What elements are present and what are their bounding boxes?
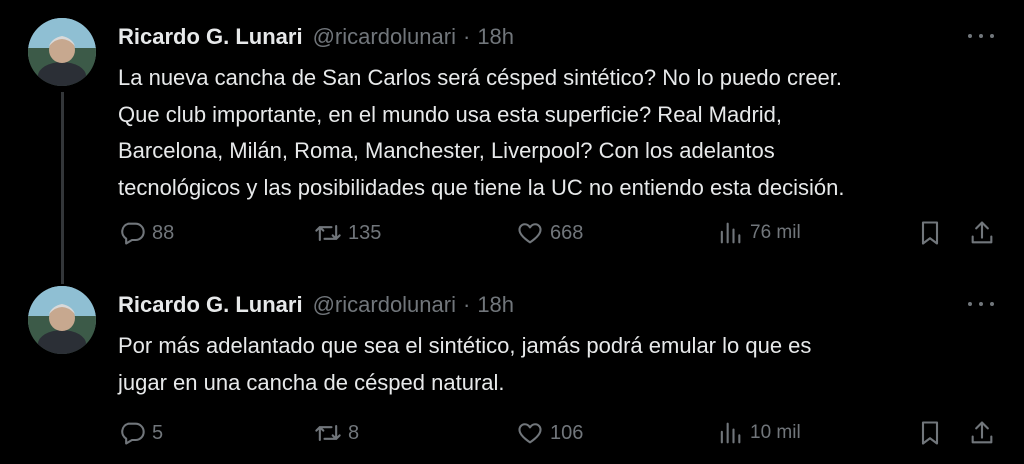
bookmark-button[interactable] (916, 218, 944, 248)
views-count: 10 mil (750, 422, 801, 443)
avatar[interactable] (28, 18, 96, 86)
tweet[interactable]: Ricardo G. Lunari @ricardolunari · 18h P… (0, 268, 1024, 464)
more-icon[interactable] (968, 296, 994, 312)
reply-count: 88 (152, 221, 175, 244)
like-button[interactable]: 668 (516, 218, 583, 248)
like-button[interactable]: 106 (516, 418, 583, 448)
views-count: 76 mil (750, 222, 801, 243)
bookmark-icon (921, 421, 939, 445)
retweet-button[interactable]: 135 (314, 218, 381, 248)
like-count: 668 (550, 221, 584, 244)
tweet-text: Por más adelantado que sea el sintético,… (118, 328, 998, 401)
views-button[interactable]: 10 mil (716, 418, 801, 448)
retweet-icon (315, 224, 341, 242)
reply-button[interactable]: 88 (118, 218, 174, 248)
author-handle[interactable]: @ricardolunari (313, 24, 456, 50)
like-icon (518, 223, 542, 244)
tweet-text-line: Por más adelantado que sea el sintético,… (118, 333, 812, 358)
separator-dot: · (462, 292, 471, 317)
more-icon[interactable] (968, 28, 994, 44)
views-icon (720, 222, 741, 244)
tweet[interactable]: Ricardo G. Lunari @ricardolunari · 18h L… (0, 0, 1024, 284)
author-handle[interactable]: @ricardolunari (313, 292, 456, 318)
author-name[interactable]: Ricardo G. Lunari (118, 292, 303, 318)
timestamp[interactable]: 18h (477, 292, 514, 318)
retweet-button[interactable]: 8 (314, 418, 359, 448)
tweet-text-line: Barcelona, Milán, Roma, Manchester, Live… (118, 138, 775, 163)
tweet-header: Ricardo G. Lunari @ricardolunari · 18h (118, 292, 514, 318)
share-button[interactable] (968, 418, 996, 448)
share-icon (971, 221, 993, 244)
like-icon (518, 423, 542, 444)
reply-button[interactable]: 5 (118, 418, 163, 448)
share-button[interactable] (968, 218, 996, 248)
thread-line (61, 92, 64, 284)
views-icon (720, 422, 741, 444)
action-bar: 88 135 668 76 mil (118, 218, 998, 248)
share-icon (971, 421, 993, 444)
views-button[interactable]: 76 mil (716, 218, 801, 248)
retweet-count: 8 (348, 421, 360, 444)
reply-count: 5 (152, 421, 164, 444)
tweet-text-line: jugar en una cancha de césped natural. (118, 369, 505, 395)
retweet-icon (315, 424, 341, 442)
tweet-text-line: Que club importante, en el mundo usa est… (118, 101, 783, 127)
tweet-text-line: La nueva cancha de San Carlos será céspe… (118, 65, 843, 90)
retweet-count: 135 (348, 221, 382, 244)
tweet-header: Ricardo G. Lunari @ricardolunari · 18h (118, 24, 514, 50)
reply-icon (121, 222, 145, 245)
avatar[interactable] (28, 286, 96, 354)
timestamp[interactable]: 18h (477, 24, 514, 50)
tweet-text: La nueva cancha de San Carlos será céspe… (118, 60, 998, 206)
bookmark-button[interactable] (916, 418, 944, 448)
reply-icon (121, 422, 145, 445)
action-bar: 5 8 106 10 mil (118, 418, 998, 448)
tweet-text-line: tecnológicos y las posibilidades que tie… (118, 174, 845, 200)
like-count: 106 (550, 421, 584, 444)
author-name[interactable]: Ricardo G. Lunari (118, 24, 303, 50)
bookmark-icon (921, 221, 939, 245)
separator-dot: · (462, 24, 471, 49)
